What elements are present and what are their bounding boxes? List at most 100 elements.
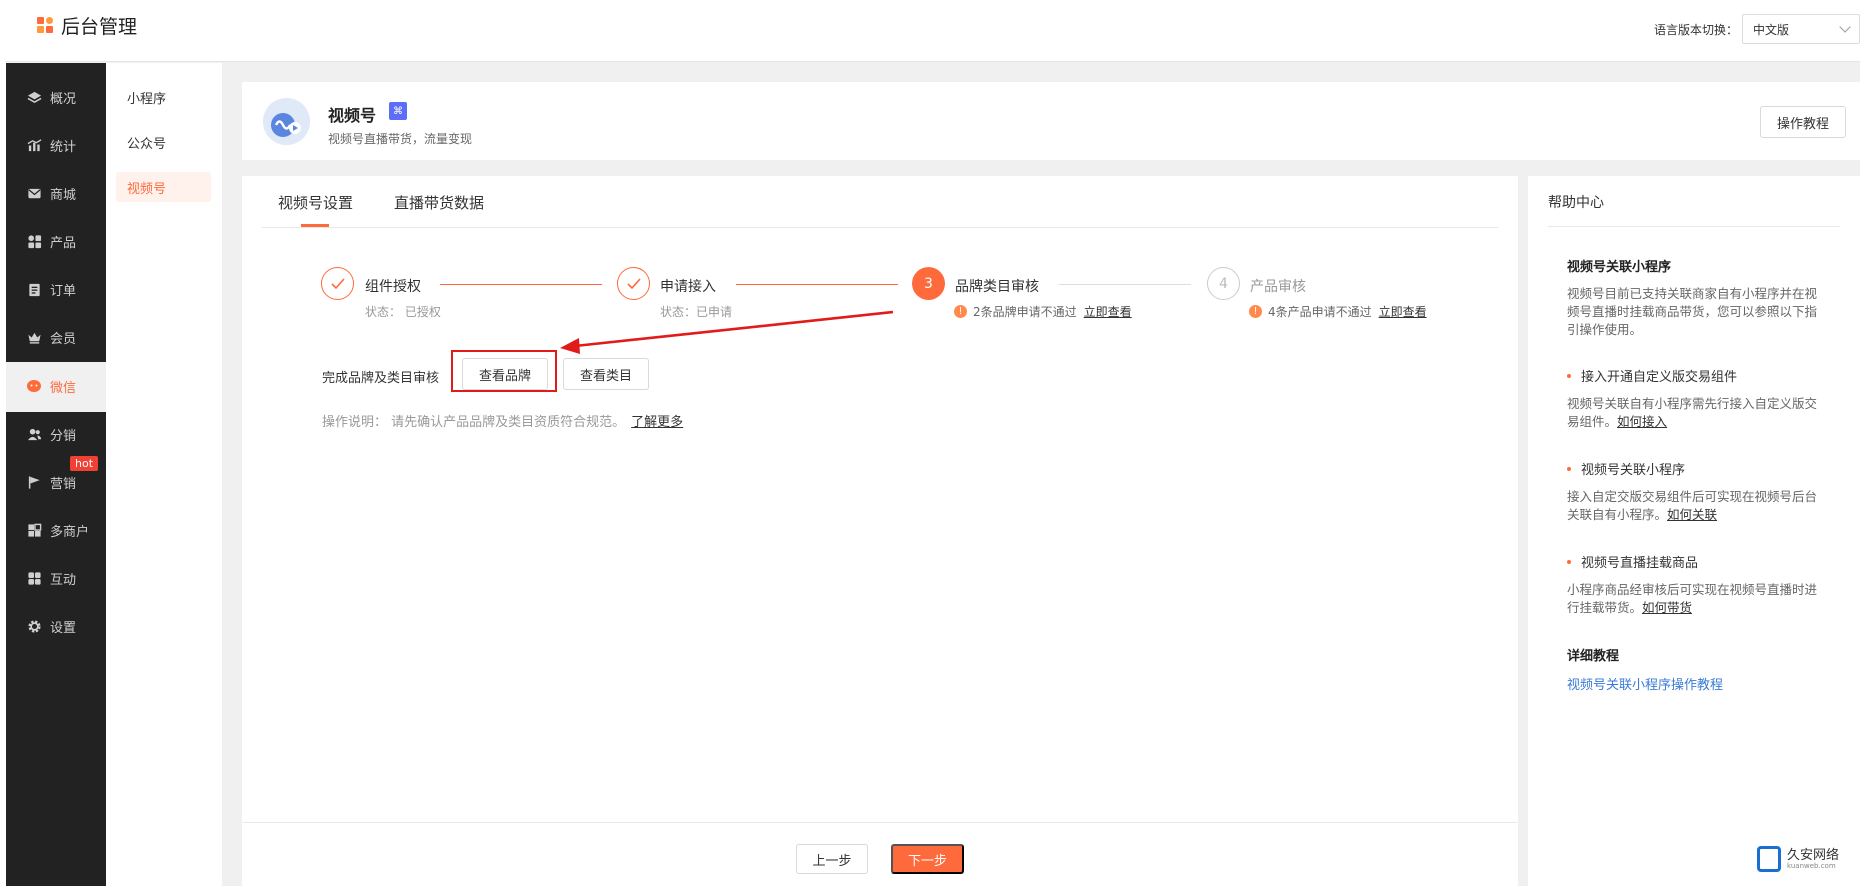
chart-icon: [26, 137, 42, 153]
hot-badge: hot: [70, 456, 99, 471]
step-4-view-now-link[interactable]: 立即查看: [1379, 303, 1427, 320]
next-step-button[interactable]: 下一步: [891, 844, 964, 874]
page-subtitle: 视频号直播带货，流量变现: [328, 132, 473, 146]
gear-icon: [26, 618, 42, 634]
how-to-sell-link[interactable]: 如何带货: [1642, 600, 1692, 615]
step-1-status: 状态： 已授权: [365, 305, 441, 319]
step-4-number: 4: [1207, 267, 1240, 300]
step-4-warning-text: 4条产品申请不通过: [1268, 305, 1372, 319]
operation-note: 操作说明： 请先确认产品品牌及类目资质符合规范。 了解更多: [322, 411, 683, 430]
subnav-item-label: 小程序: [127, 91, 167, 107]
sidebar-item-label: 分销: [50, 428, 77, 444]
channels-badge-icon: ⌘: [389, 102, 407, 120]
store-icon: [26, 522, 42, 538]
sidebar-item-mall[interactable]: 商城: [6, 169, 106, 217]
operation-note-text: 操作说明： 请先确认产品品牌及类目资质符合规范。: [322, 415, 626, 430]
tab-channels-settings[interactable]: 视频号设置: [278, 192, 353, 213]
step-4-title: 产品审核: [1250, 279, 1306, 295]
tab-live-sales-data[interactable]: 直播带货数据: [394, 192, 484, 213]
subnav-item-label: 公众号: [127, 136, 167, 152]
watermark-icon: [1757, 846, 1781, 872]
step-3-view-now-link[interactable]: 立即查看: [1084, 303, 1132, 320]
help-bullet-2: 视频号关联小程序: [1567, 459, 1685, 478]
language-select[interactable]: 中文版: [1742, 14, 1860, 44]
help-bullet-1-text: 视频号关联自有小程序需先行接入自定义版交易组件。如何接入: [1567, 395, 1822, 431]
clipboard-icon: [26, 281, 42, 297]
mail-icon: [26, 185, 42, 201]
users-icon: [26, 426, 42, 442]
wechat-icon: [26, 378, 42, 394]
step-3-title: 品牌类目审核: [955, 279, 1039, 295]
warning-icon: !: [954, 305, 967, 318]
sidebar-item-label: 互动: [50, 572, 77, 588]
sidebar-item-members[interactable]: 会员: [6, 313, 106, 361]
app-title: 后台管理: [61, 16, 138, 38]
review-label: 完成品牌及类目审核: [322, 371, 440, 386]
prev-step-button[interactable]: 上一步: [796, 844, 868, 874]
app-logo[interactable]: 后台管理: [37, 12, 137, 39]
help-bullet-3: 视频号直播挂载商品: [1567, 552, 1698, 571]
sidebar-item-label: 订单: [50, 283, 77, 299]
subnav-item-mini-program[interactable]: 小程序: [116, 82, 211, 112]
page-header-card: [242, 82, 1860, 160]
sidebar-item-overview[interactable]: 概况: [6, 73, 106, 121]
tutorial-button[interactable]: 操作教程: [1760, 106, 1846, 138]
channels-avatar: [263, 98, 310, 145]
subnav-item-official-account[interactable]: 公众号: [116, 127, 211, 157]
page-title: 视频号: [328, 106, 377, 125]
top-header: [0, 0, 1860, 62]
sidebar-item-label: 会员: [50, 331, 77, 347]
sidebar-item-stats[interactable]: 统计: [6, 121, 106, 169]
subnav-item-channels[interactable]: 视频号: [116, 172, 211, 202]
step-4-warning: ! 4条产品申请不通过 立即查看: [1249, 303, 1427, 320]
language-value: 中文版: [1753, 22, 1790, 37]
tab-active-indicator: [301, 224, 329, 227]
sidebar-item-orders[interactable]: 订单: [6, 265, 106, 313]
sidebar-item-label: 商城: [50, 187, 77, 203]
sidebar-item-wechat[interactable]: 微信: [6, 362, 106, 410]
sidebar-item-products[interactable]: 产品: [6, 217, 106, 265]
step-3-warning: ! 2条品牌申请不通过 立即查看: [954, 303, 1132, 320]
sidebar-item-label: 设置: [50, 620, 77, 636]
sidebar-item-label: 营销: [50, 476, 77, 492]
help-bullet-1-desc: 视频号关联自有小程序需先行接入自定义版交易组件。: [1567, 396, 1818, 429]
help-section-title: 视频号关联小程序: [1567, 260, 1672, 275]
crown-icon: [26, 329, 42, 345]
sidebar-item-interaction[interactable]: 互动: [6, 554, 106, 602]
sidebar-item-label: 多商户: [50, 524, 90, 540]
view-category-button[interactable]: 查看类目: [563, 358, 649, 390]
how-to-connect-link[interactable]: 如何接入: [1617, 414, 1667, 429]
sidebar-item-label: 统计: [50, 139, 77, 155]
sidebar-item-label: 微信: [50, 380, 77, 396]
help-section-text: 视频号目前已支持关联商家自有小程序并在视频号直播时挂载商品带货，您可以参照以下指…: [1567, 286, 1818, 337]
step-3-warning-text: 2条品牌申请不通过: [973, 305, 1077, 319]
step-2-check-icon: [617, 267, 650, 300]
step-1-connector: [440, 284, 602, 285]
learn-more-link[interactable]: 了解更多: [631, 415, 683, 430]
layers-icon: [26, 89, 42, 105]
language-switcher: 语言版本切换： 中文版: [1654, 14, 1860, 44]
help-title: 帮助中心: [1548, 195, 1604, 211]
logo-icon: [37, 16, 55, 35]
step-2-status: 状态：已申请: [660, 305, 733, 319]
content-card: [242, 176, 1518, 886]
step-1-title: 组件授权: [365, 279, 421, 295]
help-divider: [1548, 226, 1840, 227]
step-2-connector: [736, 284, 898, 285]
how-to-link-link[interactable]: 如何关联: [1667, 507, 1717, 522]
watermark-name: 久安网络: [1787, 847, 1840, 863]
sidebar-item-distribution[interactable]: 分销: [6, 410, 106, 458]
watermark-domain: kuanweb.com: [1787, 861, 1836, 870]
detail-tutorial-link[interactable]: 视频号关联小程序操作教程: [1567, 674, 1723, 693]
watermark-logo: 久安网络 kuanweb.com: [1757, 846, 1839, 872]
subnav-item-label: 视频号: [127, 181, 167, 197]
sidebar-item-label: 概况: [50, 91, 77, 107]
help-bullet-1: 接入开通自定义版交易组件: [1567, 366, 1737, 385]
sidebar-item-settings[interactable]: 设置: [6, 602, 106, 650]
flag-icon: [26, 474, 42, 490]
language-label: 语言版本切换：: [1653, 22, 1738, 37]
step-3-number: 3: [912, 267, 945, 300]
detail-tutorial-title: 详细教程: [1567, 649, 1620, 664]
apps-icon: [26, 570, 42, 586]
sidebar-item-multi-merchant[interactable]: 多商户: [6, 506, 106, 554]
